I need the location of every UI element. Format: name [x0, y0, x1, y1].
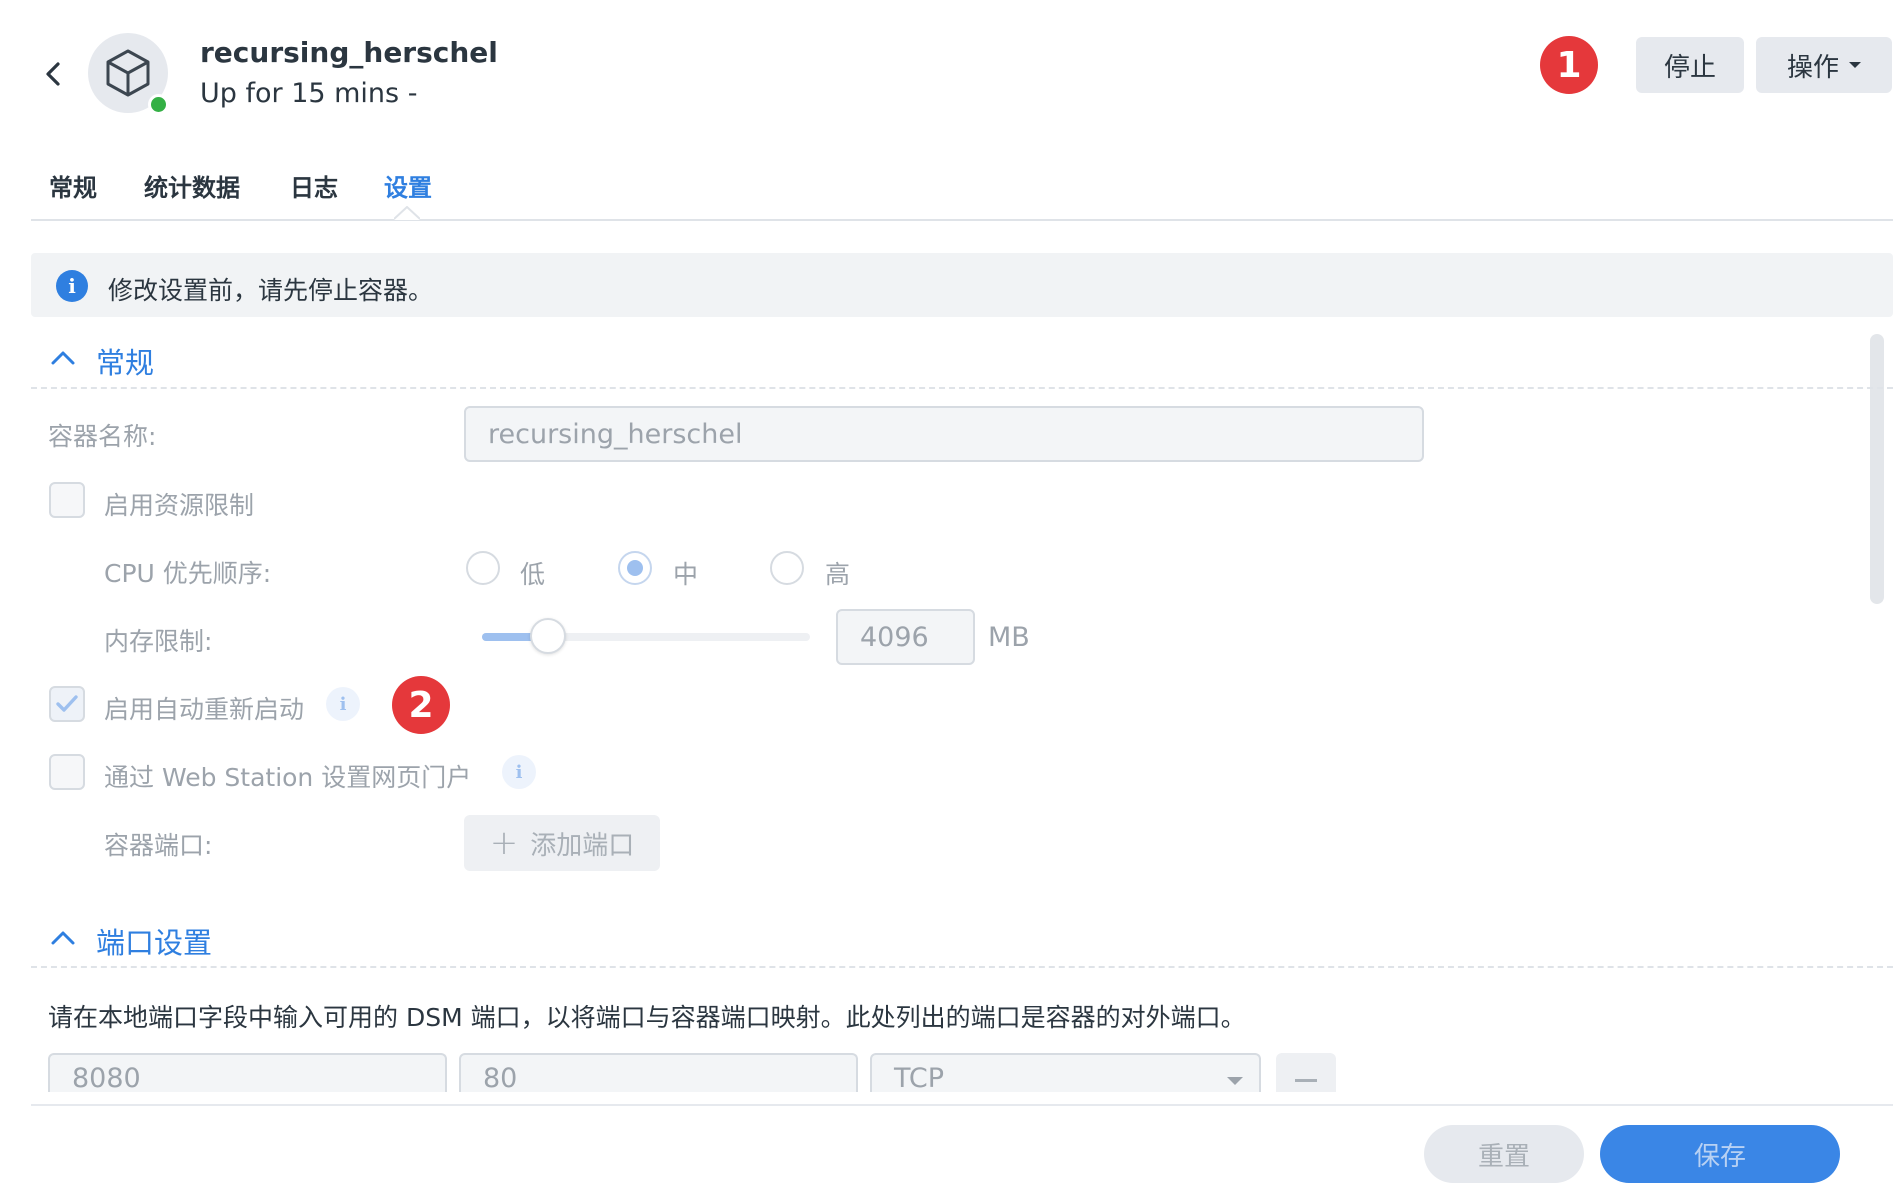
- tab-log[interactable]: 日志: [290, 168, 338, 203]
- cpu-priority-high-label: 高: [825, 560, 851, 589]
- cpu-priority-high-radio[interactable]: [770, 551, 804, 585]
- cube-icon: [106, 49, 150, 97]
- memory-unit-label: MB: [988, 622, 1030, 653]
- chevron-up-icon[interactable]: [50, 930, 76, 946]
- port-settings-description: 请在本地端口字段中输入可用的 DSM 端口，以将端口与容器端口映射。此处列出的端…: [48, 1003, 1246, 1032]
- container-name-input[interactable]: recursing_herschel: [464, 406, 1424, 462]
- section-general-title[interactable]: 常规: [96, 340, 154, 382]
- plus-icon: +: [489, 823, 519, 863]
- actions-button-label: 操作: [1786, 52, 1839, 83]
- caret-down-icon: [1849, 62, 1861, 68]
- settings-scrollbar[interactable]: [1870, 334, 1884, 604]
- actions-dropdown-button[interactable]: 操作: [1756, 37, 1892, 93]
- container-port-label: 容器端口:: [104, 831, 213, 860]
- web-station-info-icon[interactable]: i: [502, 755, 536, 789]
- tab-settings[interactable]: 设置: [384, 168, 432, 203]
- reset-button[interactable]: 重置: [1424, 1125, 1584, 1183]
- annotation-badge-1: 1: [1540, 36, 1598, 94]
- info-icon: i: [56, 270, 88, 302]
- save-button[interactable]: 保存: [1600, 1125, 1840, 1183]
- cpu-priority-medium-radio[interactable]: [618, 551, 652, 585]
- stop-button[interactable]: 停止: [1636, 37, 1744, 93]
- container-name-label: 容器名称:: [48, 422, 157, 451]
- reset-button-label: 重置: [1477, 1141, 1530, 1172]
- container-uptime: Up for 15 mins -: [200, 78, 418, 109]
- memory-slider-handle[interactable]: [530, 618, 566, 654]
- chevron-left-icon: [46, 62, 60, 86]
- auto-restart-info-icon[interactable]: i: [326, 687, 360, 721]
- chevron-up-icon[interactable]: [50, 350, 76, 366]
- cpu-priority-label: CPU 优先顺序:: [104, 559, 272, 588]
- cpu-priority-low-radio[interactable]: [466, 551, 500, 585]
- container-title: recursing_herschel: [200, 36, 498, 69]
- section-port-settings-title[interactable]: 端口设置: [96, 920, 212, 962]
- section-divider: [31, 966, 1893, 968]
- add-port-button[interactable]: + 添加端口: [464, 815, 660, 871]
- caret-down-icon: [1227, 1077, 1243, 1085]
- active-tab-indicator-icon: [394, 206, 420, 220]
- add-port-label: 添加端口: [530, 830, 635, 861]
- stop-button-label: 停止: [1663, 52, 1716, 83]
- save-button-label: 保存: [1693, 1141, 1746, 1172]
- web-station-checkbox[interactable]: [49, 754, 85, 790]
- info-banner-text: 修改设置前，请先停止容器。: [108, 276, 434, 305]
- tab-divider: [31, 219, 1893, 221]
- auto-restart-label: 启用自动重新启动: [104, 695, 305, 724]
- auto-restart-checkbox[interactable]: [49, 686, 85, 722]
- back-button[interactable]: [40, 56, 68, 92]
- cpu-priority-medium-label: 中: [673, 560, 699, 589]
- running-status-dot: [148, 94, 169, 115]
- section-divider: [31, 387, 1893, 389]
- checkmark-icon: [56, 695, 78, 712]
- tab-statistics[interactable]: 统计数据: [144, 168, 240, 203]
- resource-limit-label: 启用资源限制: [104, 491, 255, 520]
- web-station-label: 通过 Web Station 设置网页门户: [104, 763, 472, 792]
- memory-limit-input[interactable]: 4096: [836, 609, 975, 665]
- resource-limit-checkbox[interactable]: [49, 482, 85, 518]
- annotation-badge-2: 2: [392, 676, 450, 734]
- footer-divider: [31, 1104, 1893, 1106]
- memory-limit-label: 内存限制:: [104, 627, 213, 656]
- tab-general[interactable]: 常规: [49, 168, 97, 203]
- cpu-priority-low-label: 低: [520, 560, 546, 589]
